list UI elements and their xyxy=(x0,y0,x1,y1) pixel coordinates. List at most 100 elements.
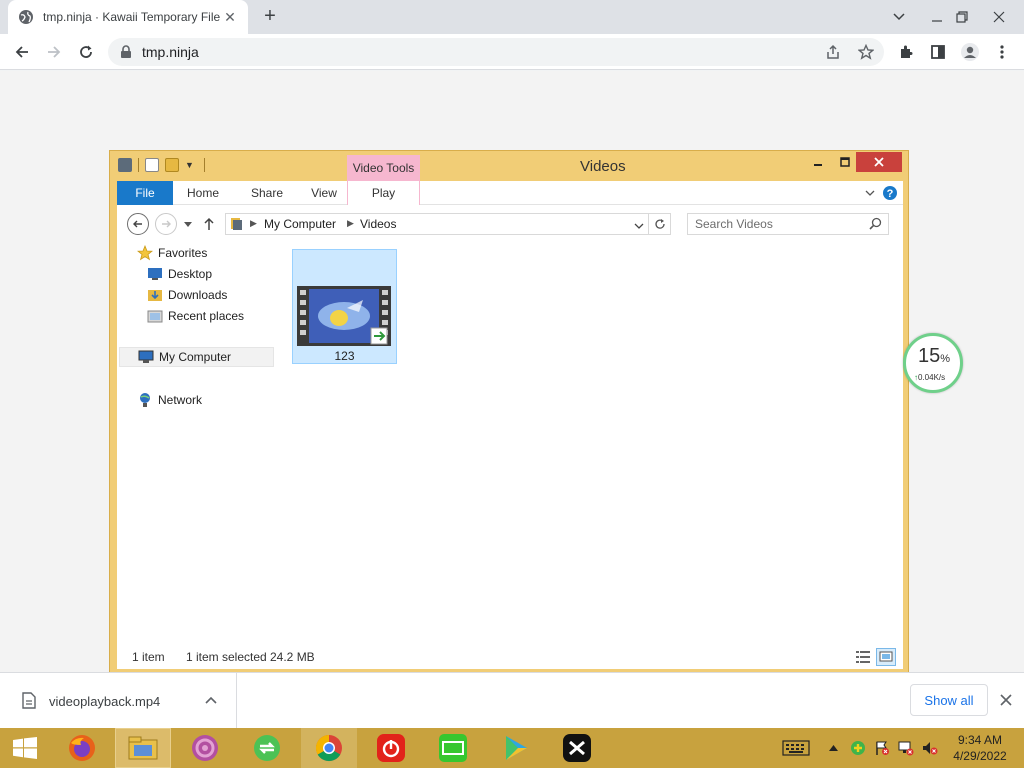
separator xyxy=(138,158,139,172)
profile-avatar[interactable] xyxy=(956,38,984,66)
separator xyxy=(203,158,205,172)
explorer-forward-button[interactable] xyxy=(155,213,177,235)
tab-play[interactable]: Play xyxy=(347,181,420,205)
search-input[interactable] xyxy=(688,214,858,234)
network-status-icon[interactable] xyxy=(896,728,916,768)
download-filename: videoplayback.mp4 xyxy=(49,694,161,709)
tab-close-icon[interactable]: ✕ xyxy=(222,9,238,25)
tab-share[interactable]: Share xyxy=(247,181,287,205)
volume-muted-icon[interactable] xyxy=(920,728,940,768)
tab-search-icon[interactable] xyxy=(884,0,914,34)
forward-button[interactable] xyxy=(40,38,68,66)
star-icon xyxy=(137,245,153,261)
clock-time: 9:34 AM xyxy=(957,733,1003,747)
download-item[interactable]: videoplayback.mp4 xyxy=(0,673,237,729)
taskbar-capcut[interactable] xyxy=(549,728,605,768)
restore-icon[interactable] xyxy=(947,0,977,34)
details-view-icon[interactable] xyxy=(853,648,873,666)
file-item[interactable]: 123 xyxy=(292,249,397,364)
window-close-icon[interactable] xyxy=(984,0,1014,34)
windows-logo-icon xyxy=(13,737,37,759)
share-icon[interactable] xyxy=(824,43,842,61)
breadcrumb[interactable]: ▶ My Computer ▶ Videos xyxy=(225,213,649,235)
nav-favorites[interactable]: Favorites xyxy=(137,243,207,263)
system-clock[interactable]: 9:34 AM 4/29/2022 xyxy=(950,732,1010,764)
explorer-minimize-button[interactable] xyxy=(810,152,826,172)
nav-label: Desktop xyxy=(168,267,213,281)
taskbar-file-explorer[interactable] xyxy=(115,728,171,768)
up-arrow-icon[interactable] xyxy=(201,213,217,235)
taskbar-sync-app[interactable] xyxy=(239,728,295,768)
customize-qat-icon[interactable]: ▼ xyxy=(185,160,194,170)
new-tab-button[interactable]: + xyxy=(259,6,281,28)
firefox-icon xyxy=(69,735,95,761)
explorer-close-button[interactable] xyxy=(856,152,902,172)
side-panel-icon[interactable] xyxy=(924,38,952,66)
large-icons-view-icon[interactable] xyxy=(876,648,896,666)
address-dropdown-icon[interactable] xyxy=(634,219,644,233)
touch-keyboard-icon[interactable] xyxy=(780,728,812,768)
back-button[interactable] xyxy=(8,38,36,66)
nav-recent-places[interactable]: Recent places xyxy=(147,306,244,326)
explorer-maximize-button[interactable] xyxy=(837,152,853,172)
properties-icon[interactable] xyxy=(145,158,159,172)
breadcrumb-videos[interactable]: Videos xyxy=(360,217,396,231)
address-row: ▶ My Computer ▶ Videos xyxy=(117,209,903,239)
nav-network[interactable]: Network xyxy=(137,390,202,410)
new-folder-icon[interactable] xyxy=(165,158,179,172)
start-button[interactable] xyxy=(0,728,50,768)
file-name: 123 xyxy=(334,349,355,363)
breadcrumb-chevron-icon[interactable]: ▶ xyxy=(250,218,257,229)
extensions-icon[interactable] xyxy=(892,38,920,66)
download-options-chevron-icon[interactable] xyxy=(205,691,217,707)
nav-downloads[interactable]: Downloads xyxy=(147,285,227,305)
ribbon-expand-icon[interactable] xyxy=(863,181,877,205)
explorer-title-bar[interactable]: ▼ Video Tools Videos xyxy=(110,151,908,181)
nav-my-computer[interactable]: My Computer xyxy=(119,347,274,367)
browser-tab[interactable]: tmp.ninja · Kawaii Temporary File ✕ xyxy=(8,0,248,34)
explorer-back-button[interactable] xyxy=(127,213,149,235)
tab-file[interactable]: File xyxy=(117,181,173,205)
breadcrumb-chevron-icon[interactable]: ▶ xyxy=(347,218,354,229)
computer-icon xyxy=(138,349,154,365)
menu-kebab-icon[interactable] xyxy=(988,38,1016,66)
quick-access-toolbar: ▼ xyxy=(118,158,205,172)
search-videos-box[interactable] xyxy=(687,213,889,235)
window-title: Videos xyxy=(580,158,626,175)
taskbar-chrome[interactable] xyxy=(301,728,357,768)
sync-app-icon xyxy=(254,735,280,761)
bookmark-star-icon[interactable] xyxy=(857,43,875,61)
lock-icon xyxy=(120,45,132,62)
taskbar-music-app[interactable] xyxy=(177,728,233,768)
music-app-icon xyxy=(192,735,218,761)
tray-overflow-icon[interactable] xyxy=(826,728,840,768)
downloads-folder-icon xyxy=(147,287,163,303)
capcut-icon xyxy=(563,734,591,762)
nav-label: Recent places xyxy=(168,309,245,323)
close-shelf-icon[interactable] xyxy=(996,690,1016,710)
breadcrumb-my-computer[interactable]: My Computer xyxy=(264,217,336,231)
help-icon[interactable]: ? xyxy=(881,181,899,205)
nav-desktop[interactable]: Desktop xyxy=(147,264,212,284)
recent-locations-icon[interactable] xyxy=(181,213,195,235)
tray-app-icon[interactable] xyxy=(848,728,868,768)
reload-button[interactable] xyxy=(72,38,100,66)
speed-percent: 15% xyxy=(918,345,951,367)
taskbar-video-player[interactable] xyxy=(487,728,543,768)
tab-home[interactable]: Home xyxy=(183,181,223,205)
show-all-button[interactable]: Show all xyxy=(910,684,988,716)
taskbar-iqiyi[interactable] xyxy=(425,728,481,768)
navigation-pane: Favorites Desktop Downloads Recent place… xyxy=(117,245,277,625)
explorer-refresh-button[interactable] xyxy=(649,213,671,235)
tab-view[interactable]: View xyxy=(304,181,344,205)
app-menu-icon[interactable] xyxy=(118,158,132,172)
search-icon[interactable] xyxy=(869,217,882,233)
address-bar[interactable]: tmp.ninja xyxy=(108,38,884,66)
taskbar-netease-music[interactable] xyxy=(363,728,419,768)
iqiyi-icon xyxy=(439,734,467,762)
computer-icon xyxy=(230,217,244,234)
taskbar-firefox[interactable] xyxy=(54,728,110,768)
action-center-flag-icon[interactable] xyxy=(872,728,892,768)
explorer-content: ▶ My Computer ▶ Videos Search Videos Fav… xyxy=(117,205,903,669)
network-speed-widget[interactable]: 15% ↑0.04K/s xyxy=(903,333,963,393)
